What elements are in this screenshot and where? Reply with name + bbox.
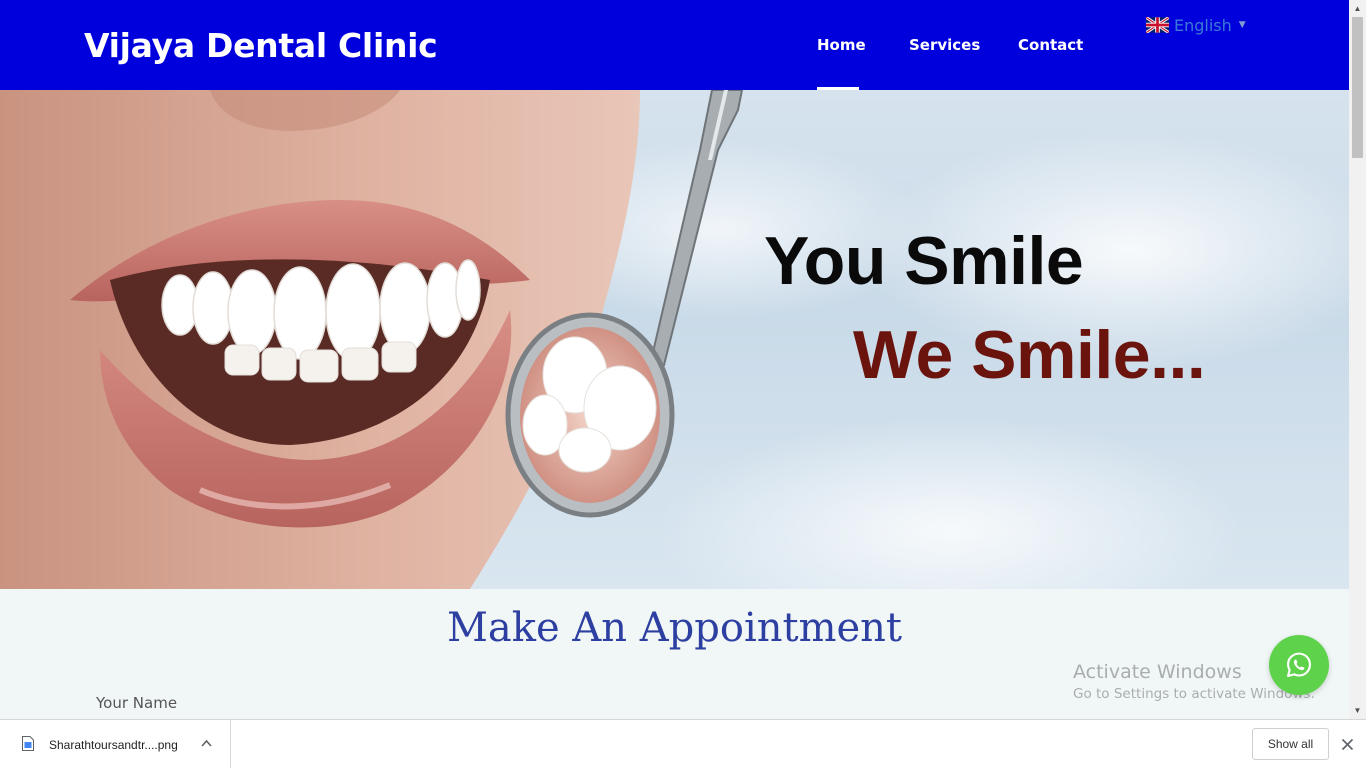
chevron-up-icon[interactable] bbox=[201, 739, 212, 747]
hero-tagline-line2: We Smile... bbox=[853, 317, 1206, 393]
image-file-icon bbox=[22, 736, 34, 751]
download-file-name: Sharathtoursandtr....png bbox=[49, 738, 178, 752]
page-scrollbar[interactable]: ▲ ▼ bbox=[1349, 0, 1366, 719]
download-item[interactable]: Sharathtoursandtr....png bbox=[0, 720, 231, 768]
uk-flag-icon bbox=[1146, 17, 1169, 33]
caret-down-icon: ▼ bbox=[1238, 20, 1246, 30]
hero-tagline-line1: You Smile bbox=[764, 223, 1084, 299]
whatsapp-button[interactable] bbox=[1269, 635, 1329, 695]
hero-banner: You Smile We Smile... bbox=[0, 90, 1349, 589]
nav-home[interactable]: Home bbox=[817, 36, 866, 54]
scroll-thumb[interactable] bbox=[1352, 17, 1363, 158]
nav-services[interactable]: Services bbox=[909, 36, 980, 54]
watermark-line2: Go to Settings to activate Windows. bbox=[1073, 686, 1315, 702]
appointment-title: Make An Appointment bbox=[446, 605, 903, 651]
close-icon[interactable] bbox=[1341, 738, 1354, 751]
site-header: Vijaya Dental Clinic Home Services Conta… bbox=[0, 0, 1349, 90]
show-all-button[interactable]: Show all bbox=[1252, 728, 1329, 760]
site-brand[interactable]: Vijaya Dental Clinic bbox=[84, 26, 438, 65]
nav-active-indicator bbox=[817, 87, 859, 90]
appointment-section: Make An Appointment Your Name Activate W… bbox=[0, 589, 1349, 719]
language-label: English bbox=[1174, 15, 1232, 35]
scroll-down-arrow-icon[interactable]: ▼ bbox=[1349, 702, 1366, 719]
download-bar: Sharathtoursandtr....png Show all bbox=[0, 719, 1366, 768]
your-name-label: Your Name bbox=[96, 694, 178, 712]
whatsapp-icon bbox=[1287, 652, 1311, 677]
nav-contact[interactable]: Contact bbox=[1018, 36, 1083, 54]
language-selector[interactable]: English ▼ bbox=[1146, 15, 1246, 35]
scroll-up-arrow-icon[interactable]: ▲ bbox=[1349, 0, 1366, 17]
